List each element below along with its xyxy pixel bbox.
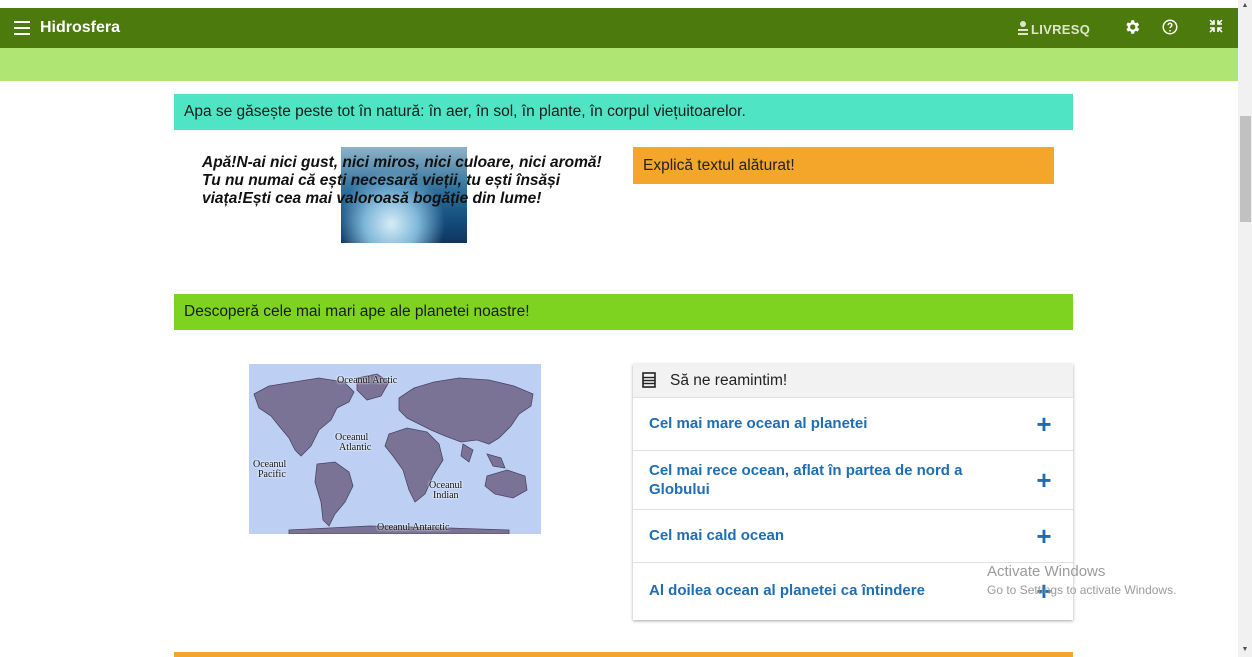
map-label-indian-2: Indian: [433, 490, 459, 501]
reminder-accordion: Să ne reamintim! Cel mai mare ocean al p…: [633, 364, 1073, 620]
accordion-item[interactable]: Cel mai mare ocean al planetei +: [633, 398, 1073, 451]
discover-banner: Descoperă cele mai mari ape ale planetei…: [174, 294, 1073, 330]
brand-name: LIVRESQ: [1031, 21, 1091, 37]
accordion-header: Să ne reamintim!: [633, 364, 1073, 398]
water-quote: Apă!N-ai nici gust, nici miros, nici cul…: [202, 154, 602, 207]
scroll-down-arrow-icon[interactable]: ▼: [1240, 645, 1250, 655]
intro-banner: Apa se găsește peste tot în natură: în a…: [174, 94, 1073, 130]
plus-icon[interactable]: +: [1035, 523, 1053, 549]
accordion-item-label: Cel mai rece ocean, aflat în partea de n…: [649, 462, 963, 498]
world-oceans-map: Oceanul Arctic Oceanul Atlantic Oceanul …: [249, 364, 541, 534]
collapse-fullscreen-icon[interactable]: [1206, 18, 1226, 38]
map-label-arctic: Oceanul Arctic: [337, 375, 398, 386]
plus-icon[interactable]: +: [1035, 467, 1053, 493]
document-list-icon: [642, 372, 656, 388]
hamburger-menu-icon[interactable]: [14, 21, 30, 35]
vertical-scrollbar[interactable]: [1238, 0, 1252, 657]
activate-windows-title: Activate Windows: [987, 563, 1106, 580]
next-section-banner: [174, 652, 1073, 657]
world-map-continents: [253, 373, 534, 534]
scroll-up-arrow-icon[interactable]: ▲: [1240, 1, 1250, 11]
plus-icon[interactable]: +: [1035, 411, 1053, 437]
accordion-title: Să ne reamintim!: [670, 372, 788, 389]
help-circle-icon[interactable]: [1160, 18, 1180, 38]
accordion-item-label: Al doilea ocean al planetei ca întindere: [649, 582, 925, 599]
activate-windows-subtitle: Go to Settings to activate Windows.: [987, 583, 1177, 597]
accordion-item-label: Cel mai mare ocean al planetei: [649, 415, 868, 432]
explain-task-box: Explică textul alăturat!: [633, 147, 1054, 184]
scrollbar-thumb[interactable]: [1240, 116, 1251, 222]
accordion-item[interactable]: Cel mai rece ocean, aflat în partea de n…: [633, 451, 1073, 510]
top-app-bar: Hidrosfera LIVRESQ: [0, 8, 1238, 48]
app-title: Hidrosfera: [40, 19, 121, 36]
livresq-logo-icon: [1018, 21, 1028, 37]
accordion-item[interactable]: Cel mai cald ocean +: [633, 510, 1073, 563]
map-label-atlantic-2: Atlantic: [339, 442, 372, 453]
gear-icon[interactable]: [1122, 18, 1142, 38]
sub-header-bar: [0, 48, 1238, 81]
map-label-pacific-2: Pacific: [258, 469, 286, 480]
accordion-item-label: Cel mai cald ocean: [649, 527, 785, 544]
map-label-antarctic: Oceanul Antarctic: [377, 522, 450, 533]
brand-logo[interactable]: LIVRESQ: [1018, 21, 1090, 37]
